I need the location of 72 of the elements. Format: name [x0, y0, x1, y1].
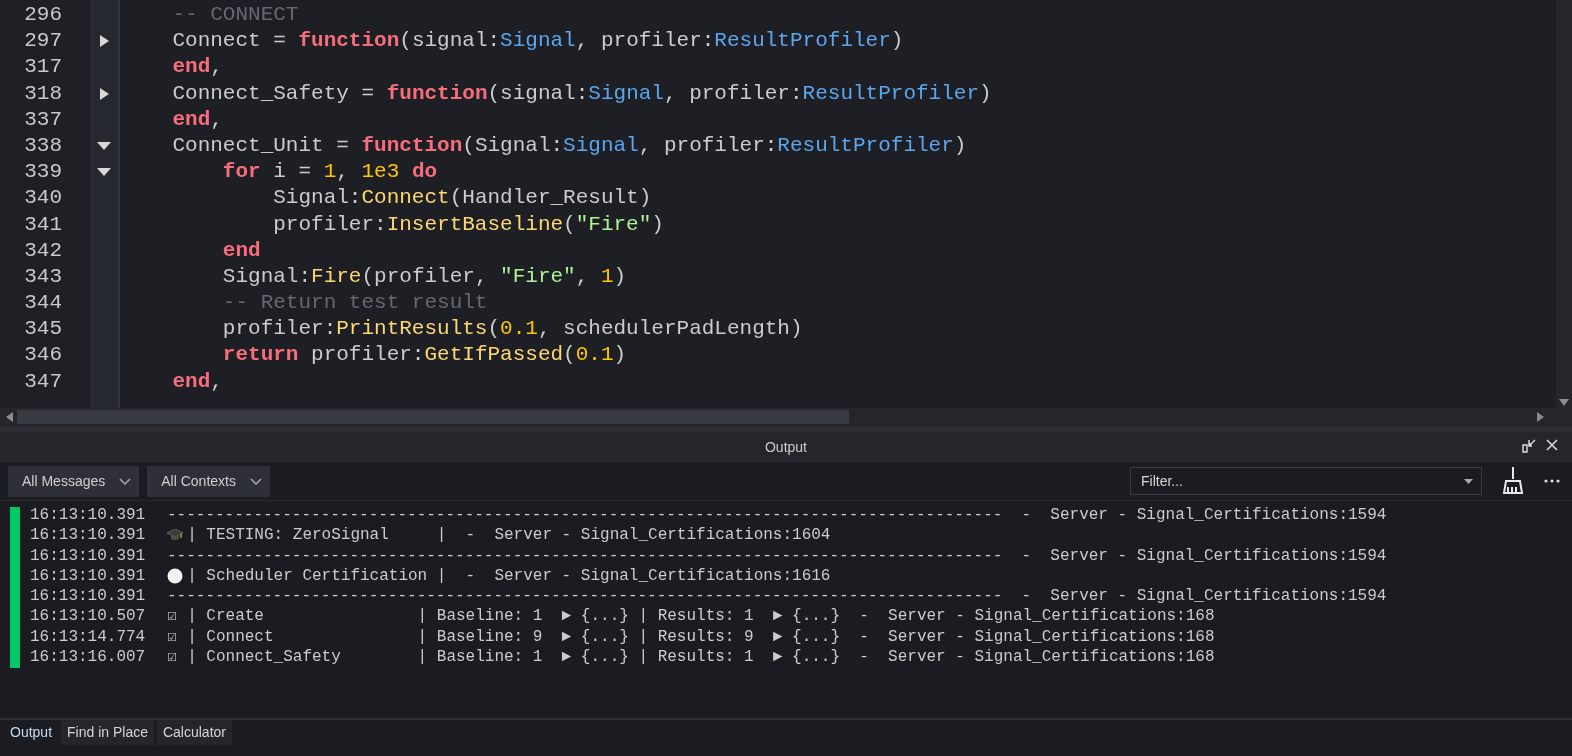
- broom-icon[interactable]: [1502, 467, 1524, 495]
- timestamp: 16:13:10.391: [30, 545, 147, 566]
- panel-tab[interactable]: Calculator: [156, 720, 232, 745]
- line-number: 343: [24, 264, 62, 288]
- line-number: 340: [24, 186, 62, 210]
- log-message: | Scheduler Certification | - Server - Signal_Certifications:1616: [187, 565, 831, 587]
- log-message: | TESTING: ZeroSignal | - Server - Signal_Certifications:1604: [187, 525, 831, 546]
- line-number: 338: [24, 133, 62, 157]
- log-message: --------------------------------------------------------------------------------------- - Server - Signal_Certifications:1594: [167, 545, 1387, 566]
- context-filter-dropdown[interactable]: All Contexts: [147, 465, 270, 497]
- log-message: --------------------------------------------------------------------------------------- - Server - Signal_Certifications:1594: [167, 586, 1387, 607]
- filter-combo-box[interactable]: Filter...: [1130, 467, 1482, 495]
- checkbox-glyph: ☑: [167, 647, 177, 668]
- line-number: 347: [24, 369, 62, 393]
- code-line: Connect_Safety = function(signal:Signal, profiler:ResultProfiler): [172, 81, 992, 105]
- panel-tab[interactable]: Find in Place: [61, 720, 154, 745]
- line-number: 337: [24, 107, 62, 131]
- code-line: Signal:Fire(profiler, "Fire", 1): [222, 264, 627, 288]
- undock-icon[interactable]: [1522, 439, 1536, 453]
- code-line: -- CONNECT: [172, 3, 299, 26]
- more-icon[interactable]: [1544, 479, 1560, 483]
- collapse-arrow-icon[interactable]: [97, 168, 111, 177]
- line-number: 344: [24, 291, 62, 315]
- code-line: Signal:Connect(Handler_Result): [273, 186, 652, 210]
- chevron-icon: [249, 477, 262, 485]
- code-line: end,: [172, 55, 223, 79]
- code-line: end: [222, 238, 261, 262]
- line-number: 342: [24, 238, 62, 262]
- line-number: 296: [24, 3, 62, 26]
- code-line: -- Return test result: [222, 291, 488, 315]
- code-line: profiler:InsertBaseline("Fire"): [273, 212, 664, 236]
- scroll-right-icon[interactable]: [1537, 412, 1544, 422]
- log-message: | Connect | Baseline: 9 ► {...} | Results: 9 ► {...} - Server - Signal_Certifications:168: [187, 626, 1215, 648]
- timestamp: 16:13:14.774: [30, 626, 147, 648]
- scroll-left-icon[interactable]: [6, 412, 13, 422]
- expand-arrow-icon[interactable]: [99, 35, 109, 48]
- code-line: return profiler:GetIfPassed(0.1): [222, 343, 627, 367]
- log-message: --------------------------------------------------------------------------------------- - Server - Signal_Certifications:1594: [167, 505, 1387, 526]
- scroll-down-icon[interactable]: [1559, 399, 1569, 406]
- circle-icon: [167, 568, 183, 585]
- code-line: Connect_Unit = function(Signal:Signal, profiler:ResultProfiler): [172, 133, 967, 157]
- log-message: | Connect_Safety | Baseline: 1 ► {...} | Results: 1 ► {...} - Server - Signal_Certifications:168: [187, 647, 1215, 668]
- line-number: 297: [24, 29, 62, 53]
- timestamp: 16:13:10.391: [30, 525, 147, 546]
- log-message: | Create | Baseline: 1 ► {...} | Results: 1 ► {...} - Server - Signal_Certifications:168: [187, 606, 1215, 627]
- code-line: end,: [172, 107, 223, 131]
- line-number: 339: [24, 160, 62, 184]
- timestamp: 16:13:10.391: [30, 586, 147, 607]
- line-number: 317: [24, 55, 62, 79]
- code-line: Connect = function(signal:Signal, profiler:ResultProfiler): [172, 29, 904, 53]
- code-line: profiler:PrintResults(0.1, schedulerPadLength): [222, 317, 803, 341]
- expand-arrow-icon[interactable]: [99, 87, 109, 100]
- timestamp: 16:13:16.007: [30, 647, 147, 668]
- graduation-cap-icon: [167, 529, 183, 542]
- dropdown-caret-icon[interactable]: [1464, 478, 1473, 484]
- collapse-arrow-icon[interactable]: [97, 142, 111, 151]
- line-number: 346: [24, 343, 62, 367]
- chevron-icon: [119, 477, 132, 485]
- timestamp: 16:13:10.391: [30, 505, 147, 526]
- code-line: end,: [172, 369, 223, 393]
- line-number: 341: [24, 212, 62, 236]
- checkbox-glyph: ☑: [167, 626, 177, 648]
- line-number: 345: [24, 317, 62, 341]
- checkbox-glyph: ☑: [167, 606, 177, 627]
- filter-field[interactable]: Filter...: [1139, 469, 1464, 493]
- timestamp: 16:13:10.391: [30, 565, 147, 587]
- close-icon[interactable]: [1546, 439, 1558, 451]
- message-filter-dropdown[interactable]: All Messages: [8, 465, 140, 497]
- code-line: for i = 1, 1e3 do: [222, 160, 438, 184]
- timestamp: 16:13:10.507: [30, 606, 147, 627]
- panel-title: Output: [765, 437, 807, 457]
- line-number: 318: [24, 81, 62, 105]
